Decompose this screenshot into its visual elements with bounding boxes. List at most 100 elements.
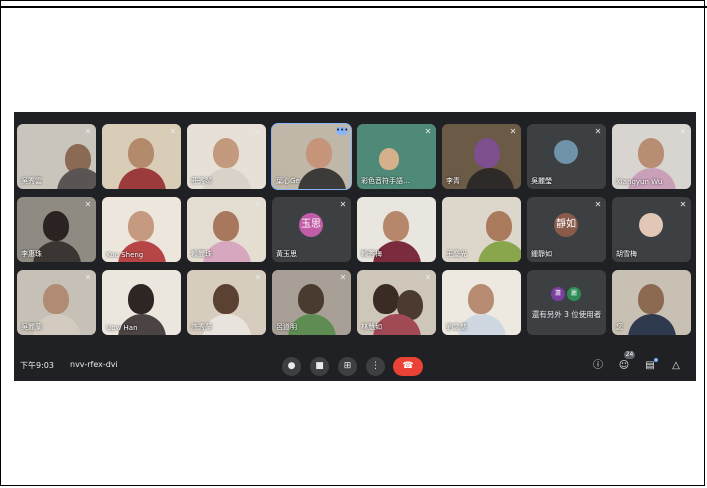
frame-top-rule (0, 6, 707, 8)
participant-head (298, 284, 324, 314)
participant-name: 李青 (446, 177, 460, 185)
mic-muted-icon: ✕ (169, 127, 177, 136)
participant-name: 胡雪梅 (616, 250, 637, 258)
microphone-button[interactable]: ● (282, 357, 301, 376)
self-view-tile[interactable]: 您 (612, 270, 691, 335)
participant-name: 呂道明 (276, 323, 297, 331)
participant-tile[interactable]: ✕ 彩色音符手語… (357, 124, 436, 189)
present-screen-button[interactable]: ⊞ (338, 357, 357, 376)
participant-count-badge: 24 (624, 351, 635, 359)
participant-head (638, 284, 664, 314)
participant-name: 葉心Ge (276, 177, 300, 185)
participant-name: 賴麗珠 (191, 250, 212, 258)
participant-head (486, 211, 512, 241)
participant-name: 吳秀雲 (21, 177, 42, 185)
participant-tile[interactable]: ✕ Xiangyun Wu (612, 124, 691, 189)
mic-muted-icon: ✕ (339, 273, 347, 282)
mic-muted-icon: ✕ (84, 127, 92, 136)
participant-tile[interactable]: ✕ Upw Han (102, 270, 181, 335)
mic-muted-icon: ✕ (339, 200, 347, 209)
mic-muted-icon: ✕ (84, 200, 92, 209)
mic-muted-icon: ✕ (424, 200, 432, 209)
participant-head (638, 138, 664, 168)
participant-name: Kou Sheng (106, 251, 144, 259)
participant-tile[interactable]: ✕ 吳秀雲 (17, 124, 96, 189)
participant-name: 吳麗瑩 (531, 177, 552, 185)
participant-tile[interactable]: 玉思 ✕ 黃玉思 (272, 197, 351, 262)
camera-button[interactable]: ■ (310, 357, 329, 376)
participant-head (468, 284, 494, 314)
meeting-control-bar: 下午9:03 nvv-rfex-dvi ● ■ ⊞ ⋮ ☎ ⓘ ☺ 24 ▤ △ (14, 348, 696, 381)
participant-tile-active-speaker[interactable]: ••• 葉心Ge (271, 123, 352, 190)
participant-name: 劉念慈 (446, 323, 467, 331)
initials-avatar: 玉思 (299, 213, 323, 237)
leave-call-button[interactable]: ☎ (393, 357, 423, 376)
participant-tile[interactable]: 靜如 ✕ 鍾靜如 (527, 197, 606, 262)
activities-icon[interactable]: △ (669, 359, 683, 373)
participant-tile[interactable]: 王慶光 (442, 197, 521, 262)
participant-name: 王慶光 (446, 250, 467, 258)
participant-tile[interactable]: ✕ 賴秀梅 (357, 197, 436, 262)
participant-head (474, 138, 500, 168)
participant-head (128, 138, 154, 168)
participant-tile[interactable]: ✕ (102, 124, 181, 189)
meet-screenshot: ✕ 吳秀雲 ✕ ✕ 莊秀琴 ••• 葉心Ge ✕ 彩色音符手語… ✕ 李青 ✕ … (14, 112, 696, 381)
mic-muted-icon: ✕ (594, 200, 602, 209)
participant-head (128, 284, 154, 314)
participant-tile[interactable]: ✕ 吳麗瑩 (527, 124, 606, 189)
mic-muted-icon: ✕ (169, 273, 177, 282)
participant-head (43, 284, 69, 314)
participant-tile[interactable]: ✕ 劉念慈 (442, 270, 521, 335)
participant-tile[interactable]: ✕ 莊秀琴 (187, 124, 266, 189)
participant-head (213, 284, 239, 314)
participant-head (373, 284, 399, 314)
mic-muted-icon: ✕ (84, 273, 92, 282)
mic-muted-icon: ✕ (679, 200, 687, 209)
participant-tile[interactable]: ✕ 呂道明 (272, 270, 351, 335)
participant-tile[interactable]: ✕ 李青 (442, 124, 521, 189)
meeting-time: 下午9:03 (20, 361, 54, 370)
more-options-button[interactable]: ⋮ (366, 357, 385, 376)
mic-muted-icon: ✕ (509, 273, 517, 282)
more-vertical-icon: ⋮ (371, 361, 380, 371)
profile-photo-avatar (554, 140, 578, 164)
other-participants-tile[interactable]: 蕭 麗 還有另外 3 位使用者 (527, 270, 606, 335)
participant-tile[interactable]: ✕ 林慧如 (357, 270, 436, 335)
microphone-icon: ● (287, 361, 296, 371)
initials-avatar: 麗 (567, 287, 581, 301)
chat-notification-dot (654, 358, 658, 362)
participant-head (383, 211, 409, 241)
participant-head (213, 138, 239, 168)
participant-name: 許秀蘭 (191, 323, 212, 331)
others-count-label: 還有另外 3 位使用者 (531, 310, 602, 319)
initials-avatar: 蕭 (551, 287, 565, 301)
mic-muted-icon: ✕ (254, 273, 262, 282)
participant-name: 彩色音符手語… (361, 177, 410, 185)
mic-muted-icon: ✕ (424, 127, 432, 136)
participant-tile[interactable]: ✕ 許秀蘭 (187, 270, 266, 335)
participant-tile[interactable]: ✕ Kou Sheng (102, 197, 181, 262)
participant-tile[interactable]: ✕ 吳麗蘭 (17, 270, 96, 335)
participant-name: 鍾靜如 (531, 250, 552, 258)
participant-tile[interactable]: ✕ 賴麗珠 (187, 197, 266, 262)
profile-photo-avatar (639, 213, 663, 237)
participant-name: 您 (616, 323, 623, 331)
mic-muted-icon: ✕ (254, 200, 262, 209)
info-icon[interactable]: ⓘ (591, 359, 605, 373)
participant-name: 吳麗蘭 (21, 323, 42, 331)
participant-hand (379, 148, 399, 170)
participant-tile[interactable]: ✕ 李惠珠 (17, 197, 96, 262)
participant-head (43, 211, 69, 241)
mic-muted-icon: ✕ (679, 127, 687, 136)
participant-name: 賴秀梅 (361, 250, 382, 258)
present-screen-icon: ⊞ (343, 361, 352, 371)
participant-head (213, 211, 239, 241)
participant-tile[interactable]: ✕ 胡雪梅 (612, 197, 691, 262)
more-options-icon[interactable]: ••• (336, 127, 348, 135)
mic-muted-icon: ✕ (254, 127, 262, 136)
people-icon[interactable]: ☺ (617, 359, 631, 373)
participant-name: 莊秀琴 (191, 177, 212, 185)
mic-muted-icon: ✕ (424, 273, 432, 282)
hang-up-icon: ☎ (402, 361, 414, 371)
mic-muted-icon: ✕ (594, 127, 602, 136)
